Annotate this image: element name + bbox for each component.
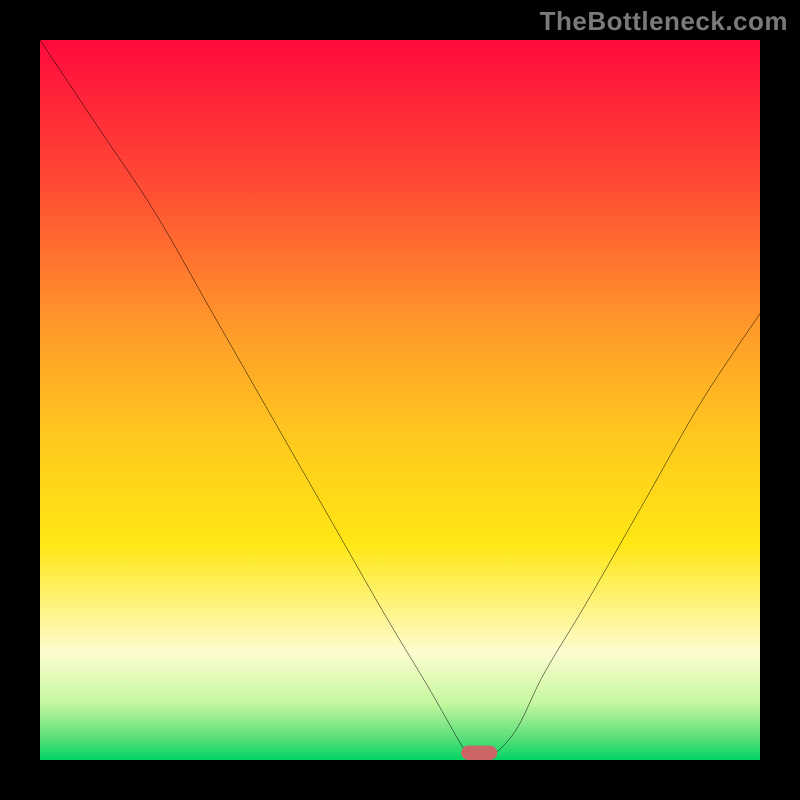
- bottleneck-plot: [40, 40, 760, 760]
- watermark-label: TheBottleneck.com: [540, 6, 788, 37]
- chart-container: TheBottleneck.com: [0, 0, 800, 800]
- plot-background: [40, 40, 760, 760]
- optimum-marker: [461, 746, 497, 760]
